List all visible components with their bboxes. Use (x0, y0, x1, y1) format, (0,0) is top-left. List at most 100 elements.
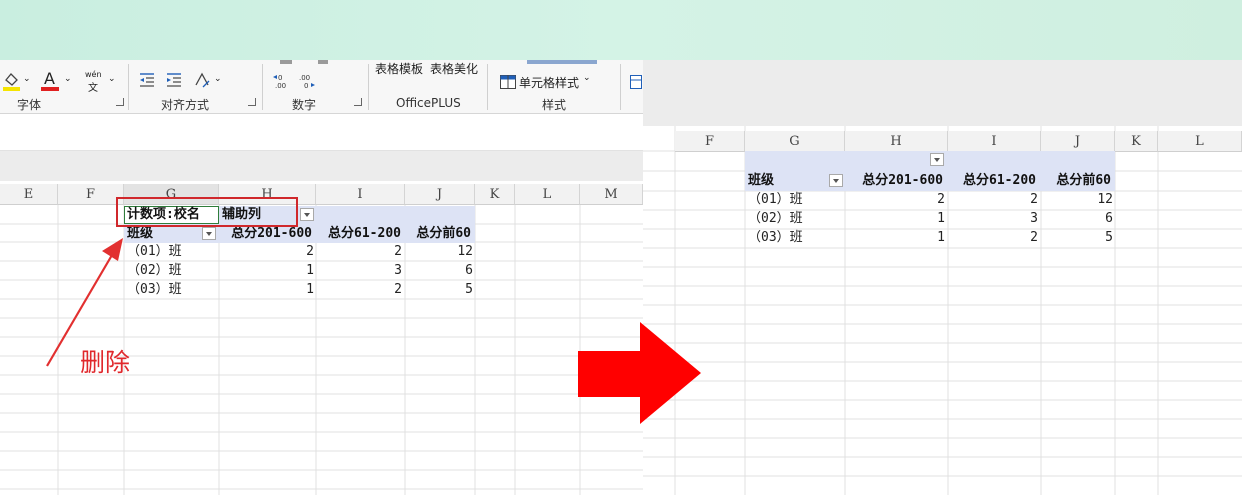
orientation-button[interactable] (193, 71, 211, 89)
pivot-value: 1 (306, 282, 314, 297)
format-table-icon[interactable] (630, 74, 642, 89)
group-separator (487, 64, 488, 110)
text-orientation-icon (195, 72, 210, 88)
phonetic-top: wén (85, 70, 102, 79)
pivot-value: 3 (1030, 211, 1038, 226)
highlight-box (116, 197, 298, 227)
column-header[interactable]: G (745, 131, 845, 152)
column-header[interactable]: K (1115, 131, 1158, 152)
svg-text:.00: .00 (275, 82, 286, 90)
pivot-value: 2 (1030, 192, 1038, 207)
fill-color-button[interactable] (2, 70, 22, 92)
column-header[interactable]: E (0, 184, 58, 205)
pivot-value: 12 (1097, 192, 1113, 207)
pivot-col-header: 总分前60 (416, 226, 471, 241)
pivot-col-header: 总分201-600 (862, 173, 943, 188)
phonetic-guide-button[interactable]: wén 文 (83, 70, 105, 94)
pivot-value: 3 (394, 263, 402, 278)
filter-dropdown-button[interactable] (930, 153, 944, 166)
pivot-row-label: （01）班 (748, 192, 803, 207)
decrease-indent-button[interactable] (138, 72, 156, 88)
decrease-decimal-button[interactable]: .00 0 (298, 72, 316, 90)
pivot-value: 1 (937, 230, 945, 245)
filter-dropdown-button[interactable] (300, 208, 314, 221)
transition-arrow-icon (578, 322, 701, 424)
table-template-button[interactable]: 表格模板 (375, 60, 423, 77)
group-separator (368, 64, 369, 110)
pivot-col-header: 总分前60 (1056, 173, 1111, 188)
pivot-value: 6 (1105, 211, 1113, 226)
pivot-col-header: 总分61-200 (328, 226, 401, 241)
chevron-down-icon[interactable]: ⌄ (214, 74, 222, 84)
group-label-officeplus: OfficePLUS (396, 96, 461, 110)
pivot-value: 2 (394, 244, 402, 259)
column-header[interactable]: L (1158, 131, 1242, 152)
cut-icon-remnant (280, 60, 292, 64)
chevron-down-icon[interactable]: ⌄ (23, 74, 31, 84)
cell-styles-button[interactable]: 单元格样式 (519, 74, 579, 91)
fill-color-icon (3, 73, 20, 91)
group-separator (620, 64, 621, 110)
pivot-value: 5 (465, 282, 473, 297)
row-filter-dropdown-button[interactable] (829, 174, 843, 187)
increase-decimal-icon: 0 .00 (273, 74, 286, 90)
column-header[interactable]: L (515, 184, 580, 205)
pivot-value: 5 (1105, 230, 1113, 245)
column-header[interactable]: I (316, 184, 405, 205)
pivot-row-label: （02）班 (127, 263, 182, 278)
phonetic-bottom: 文 (88, 83, 98, 94)
column-header[interactable]: F (58, 184, 124, 205)
pivot-value: 12 (457, 244, 473, 259)
right-panel-gap (643, 60, 1242, 126)
increase-decimal-button[interactable]: 0 .00 (272, 72, 290, 90)
pivot-col-header: 总分201-600 (231, 226, 312, 241)
increase-indent-icon (167, 73, 181, 87)
pivot-value: 6 (465, 263, 473, 278)
chevron-down-icon[interactable]: ⌄ (583, 73, 591, 83)
pivot-row-header: 班级 (748, 173, 775, 188)
group-label-font: 字体 (17, 98, 42, 112)
dialog-launcher-icon[interactable] (354, 98, 362, 106)
increase-indent-button[interactable] (165, 72, 183, 88)
pivot-row-label: （03）班 (127, 282, 182, 297)
chevron-down-icon[interactable]: ⌄ (108, 74, 116, 84)
pivot-value: 2 (306, 244, 314, 259)
pivot-row-label: （02）班 (748, 211, 803, 226)
group-separator (128, 64, 129, 110)
cut-icon-remnant (527, 60, 597, 64)
dialog-launcher-icon[interactable] (116, 98, 124, 106)
decrease-indent-icon (140, 73, 154, 87)
column-header[interactable]: J (405, 184, 475, 205)
pivot-value: 1 (306, 263, 314, 278)
annotation-delete-text: 删除 (80, 348, 131, 377)
pivot-value: 2 (937, 192, 945, 207)
pivot-value: 2 (1030, 230, 1038, 245)
group-separator (262, 64, 263, 110)
svg-text:.00: .00 (299, 74, 310, 82)
column-header[interactable]: M (580, 184, 643, 205)
column-header[interactable]: I (948, 131, 1041, 152)
group-label-styles: 样式 (542, 98, 567, 112)
pivot-value: 1 (937, 211, 945, 226)
group-label-alignment: 对齐方式 (161, 98, 210, 112)
cut-icon-remnant (318, 60, 328, 64)
chevron-down-icon[interactable]: ⌄ (64, 74, 72, 84)
font-color-button[interactable]: A (40, 68, 62, 92)
font-color-letter: A (44, 69, 55, 88)
row-filter-dropdown-button[interactable] (202, 227, 216, 240)
ribbon-gap (0, 151, 643, 181)
font-color-bar (41, 87, 59, 91)
cell-styles-icon (500, 74, 516, 89)
top-banner (0, 0, 1242, 60)
dialog-launcher-icon[interactable] (248, 98, 256, 106)
column-header[interactable]: F (675, 131, 745, 152)
pivot-row-label: （01）班 (127, 244, 182, 259)
svg-text:0: 0 (278, 74, 282, 82)
column-header[interactable]: H (845, 131, 948, 152)
group-label-number: 数字 (292, 98, 317, 112)
table-beautify-button[interactable]: 表格美化 (430, 60, 478, 77)
column-header[interactable]: J (1041, 131, 1115, 152)
decrease-decimal-icon: .00 0 (299, 74, 315, 90)
column-header[interactable]: K (475, 184, 515, 205)
pivot-col-header: 总分61-200 (963, 173, 1036, 188)
